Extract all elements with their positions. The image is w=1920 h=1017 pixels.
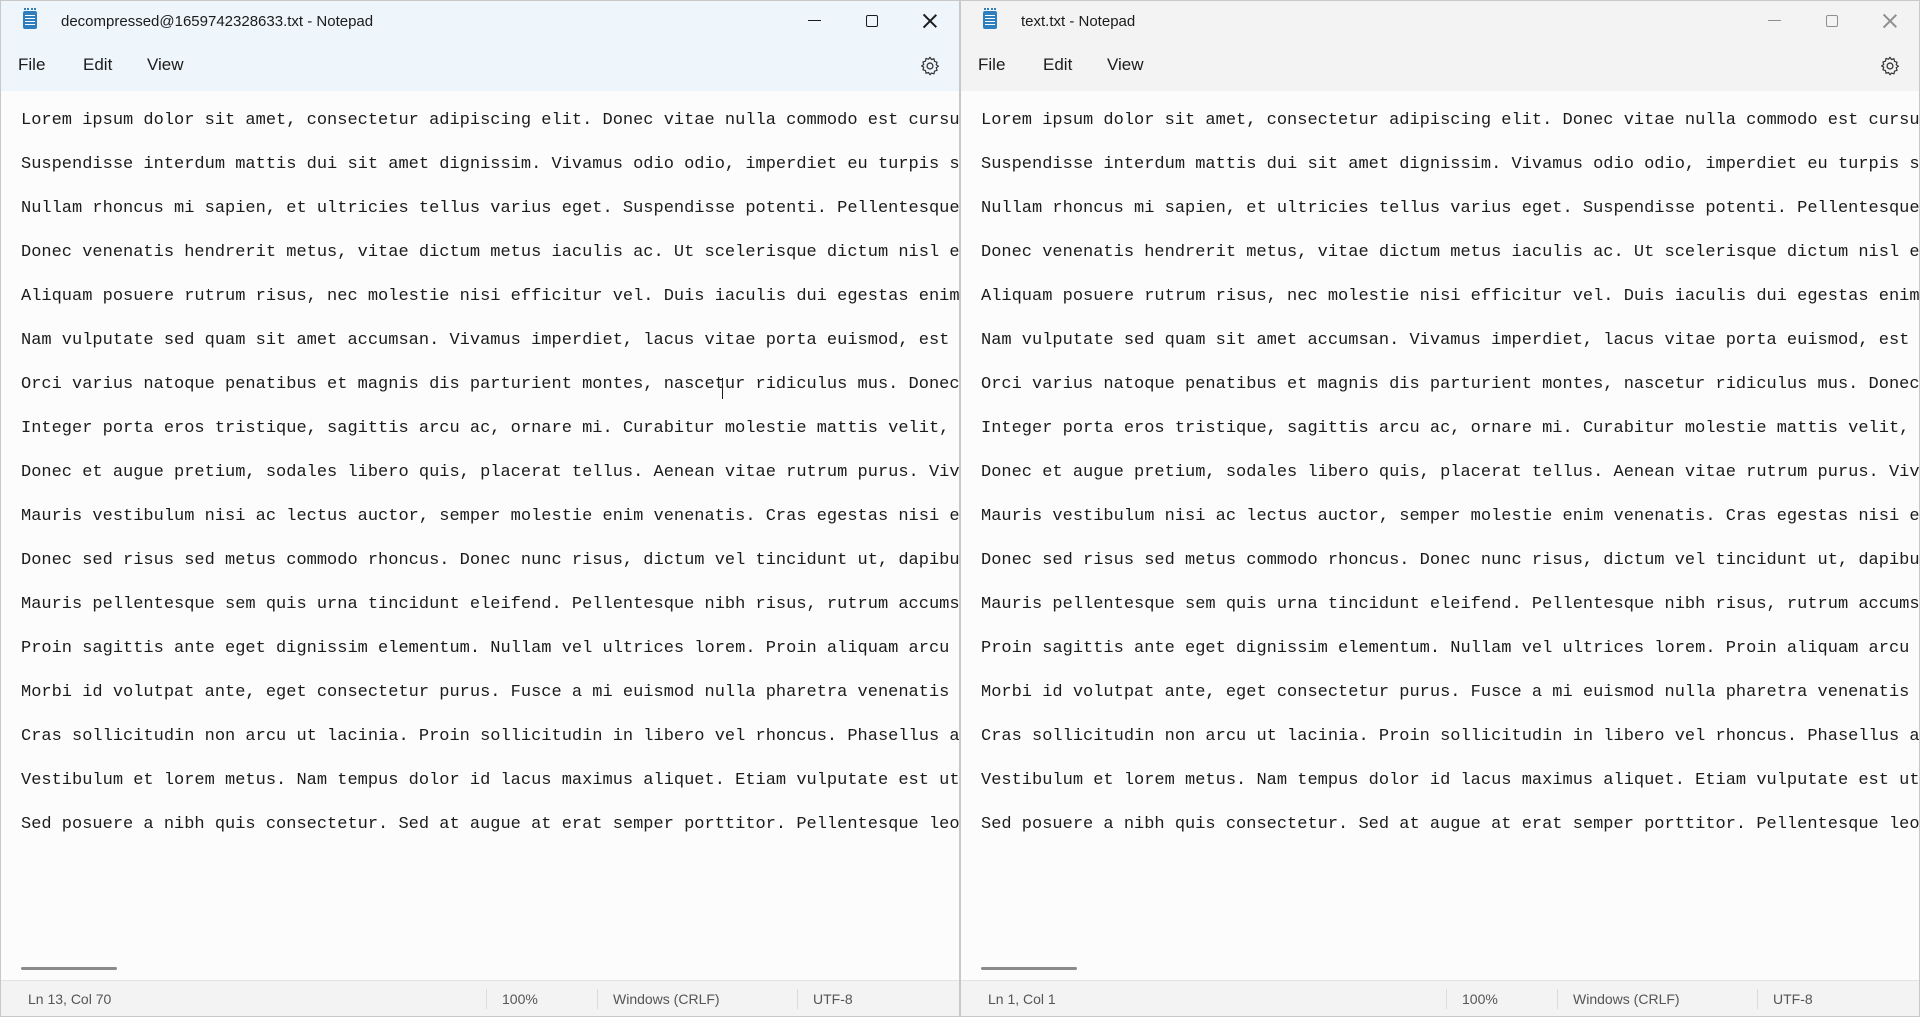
close-button[interactable]	[1861, 1, 1919, 41]
text-line[interactable]: Orci varius natoque penatibus et magnis …	[981, 373, 1919, 417]
menu-view[interactable]: View	[145, 55, 186, 75]
text-line[interactable]: Sed posuere a nibh quis consectetur. Sed…	[21, 813, 959, 857]
text-line[interactable]: Donec sed risus sed metus commodo rhoncu…	[21, 549, 959, 593]
text-line[interactable]: Cras sollicitudin non arcu ut lacinia. P…	[981, 725, 1919, 769]
menu-file[interactable]: File	[16, 55, 47, 75]
notepad-icon	[983, 8, 997, 29]
gear-icon[interactable]	[1879, 55, 1901, 77]
notepad-window-right: text.txt - Notepad File Edit View Lorem …	[960, 0, 1920, 1017]
status-encoding: UTF-8	[813, 991, 853, 1007]
status-divider	[597, 989, 598, 1009]
text-line[interactable]: Donec et augue pretium, sodales libero q…	[21, 461, 959, 505]
text-line[interactable]: Nullam rhoncus mi sapien, et ultricies t…	[21, 197, 959, 241]
minimize-icon	[1767, 19, 1781, 21]
text-line[interactable]: Proin sagittis ante eget dignissim eleme…	[981, 637, 1919, 681]
text-line[interactable]: Suspendisse interdum mattis dui sit amet…	[981, 153, 1919, 197]
close-icon	[1883, 14, 1897, 28]
status-divider	[1446, 989, 1447, 1009]
text-line[interactable]: Aliquam posuere rutrum risus, nec molest…	[21, 285, 959, 329]
status-line-ending: Windows (CRLF)	[613, 991, 720, 1007]
minimize-button[interactable]	[785, 1, 843, 41]
status-position: Ln 13, Col 70	[28, 991, 112, 1007]
text-line[interactable]: Nullam rhoncus mi sapien, et ultricies t…	[981, 197, 1919, 241]
text-line[interactable]: Integer porta eros tristique, sagittis a…	[981, 417, 1919, 461]
text-line[interactable]: Lorem ipsum dolor sit amet, consectetur …	[981, 109, 1919, 153]
status-divider	[1557, 989, 1558, 1009]
editor-text[interactable]: Lorem ipsum dolor sit amet, consectetur …	[981, 109, 1919, 857]
minimize-button[interactable]	[1745, 1, 1803, 41]
status-divider	[1757, 989, 1758, 1009]
maximize-icon	[866, 15, 878, 27]
text-line[interactable]: Morbi id volutpat ante, eget consectetur…	[981, 681, 1919, 725]
text-line[interactable]: Vestibulum et lorem metus. Nam tempus do…	[981, 769, 1919, 813]
status-bar: Ln 1, Col 1 100% Windows (CRLF) UTF-8	[961, 980, 1919, 1016]
minimize-icon	[807, 19, 821, 21]
notepad-icon	[23, 8, 37, 29]
status-zoom: 100%	[1462, 991, 1498, 1007]
window-title: text.txt - Notepad	[1021, 13, 1136, 30]
status-position: Ln 1, Col 1	[988, 991, 1056, 1007]
status-bar: Ln 13, Col 70 100% Windows (CRLF) UTF-8	[1, 980, 959, 1016]
close-button[interactable]	[901, 1, 959, 41]
title-bar[interactable]: text.txt - Notepad	[961, 1, 1919, 41]
horizontal-scrollbar[interactable]	[21, 967, 117, 970]
text-line[interactable]: Mauris vestibulum nisi ac lectus auctor,…	[21, 505, 959, 549]
text-editor[interactable]: Lorem ipsum dolor sit amet, consectetur …	[961, 91, 1919, 980]
menu-edit[interactable]: Edit	[81, 55, 114, 75]
horizontal-scrollbar[interactable]	[981, 967, 1077, 970]
menu-bar: File Edit View	[961, 41, 1919, 91]
status-line-ending: Windows (CRLF)	[1573, 991, 1680, 1007]
text-line[interactable]: Donec venenatis hendrerit metus, vitae d…	[21, 241, 959, 285]
menu-file[interactable]: File	[976, 55, 1007, 75]
window-title: decompressed@1659742328633.txt - Notepad	[61, 13, 374, 30]
status-divider	[486, 989, 487, 1009]
status-divider	[797, 989, 798, 1009]
gear-icon[interactable]	[919, 55, 941, 77]
text-line[interactable]: Cras sollicitudin non arcu ut lacinia. P…	[21, 725, 959, 769]
text-line[interactable]: Proin sagittis ante eget dignissim eleme…	[21, 637, 959, 681]
text-line[interactable]: Aliquam posuere rutrum risus, nec molest…	[981, 285, 1919, 329]
maximize-button[interactable]	[1803, 1, 1861, 41]
text-caret	[722, 378, 723, 399]
status-zoom: 100%	[502, 991, 538, 1007]
text-line[interactable]: Nam vulputate sed quam sit amet accumsan…	[21, 329, 959, 373]
text-line[interactable]: Lorem ipsum dolor sit amet, consectetur …	[21, 109, 959, 153]
text-line[interactable]: Sed posuere a nibh quis consectetur. Sed…	[981, 813, 1919, 857]
notepad-window-left: decompressed@1659742328633.txt - Notepad…	[0, 0, 960, 1017]
maximize-button[interactable]	[843, 1, 901, 41]
title-bar[interactable]: decompressed@1659742328633.txt - Notepad	[1, 1, 959, 41]
text-editor[interactable]: Lorem ipsum dolor sit amet, consectetur …	[1, 91, 959, 980]
text-line[interactable]: Mauris pellentesque sem quis urna tincid…	[21, 593, 959, 637]
text-line[interactable]: Integer porta eros tristique, sagittis a…	[21, 417, 959, 461]
text-line[interactable]: Donec sed risus sed metus commodo rhoncu…	[981, 549, 1919, 593]
menu-edit[interactable]: Edit	[1041, 55, 1074, 75]
menu-bar: File Edit View	[1, 41, 959, 91]
maximize-icon	[1826, 15, 1838, 27]
status-encoding: UTF-8	[1773, 991, 1813, 1007]
text-line[interactable]: Mauris vestibulum nisi ac lectus auctor,…	[981, 505, 1919, 549]
text-line[interactable]: Vestibulum et lorem metus. Nam tempus do…	[21, 769, 959, 813]
text-line[interactable]: Mauris pellentesque sem quis urna tincid…	[981, 593, 1919, 637]
close-icon	[923, 14, 937, 28]
menu-view[interactable]: View	[1105, 55, 1146, 75]
text-line[interactable]: Donec venenatis hendrerit metus, vitae d…	[981, 241, 1919, 285]
text-line[interactable]: Donec et augue pretium, sodales libero q…	[981, 461, 1919, 505]
text-line[interactable]: Nam vulputate sed quam sit amet accumsan…	[981, 329, 1919, 373]
text-line[interactable]: Orci varius natoque penatibus et magnis …	[21, 373, 959, 417]
text-line[interactable]: Morbi id volutpat ante, eget consectetur…	[21, 681, 959, 725]
text-line[interactable]: Suspendisse interdum mattis dui sit amet…	[21, 153, 959, 197]
editor-text[interactable]: Lorem ipsum dolor sit amet, consectetur …	[21, 109, 959, 857]
